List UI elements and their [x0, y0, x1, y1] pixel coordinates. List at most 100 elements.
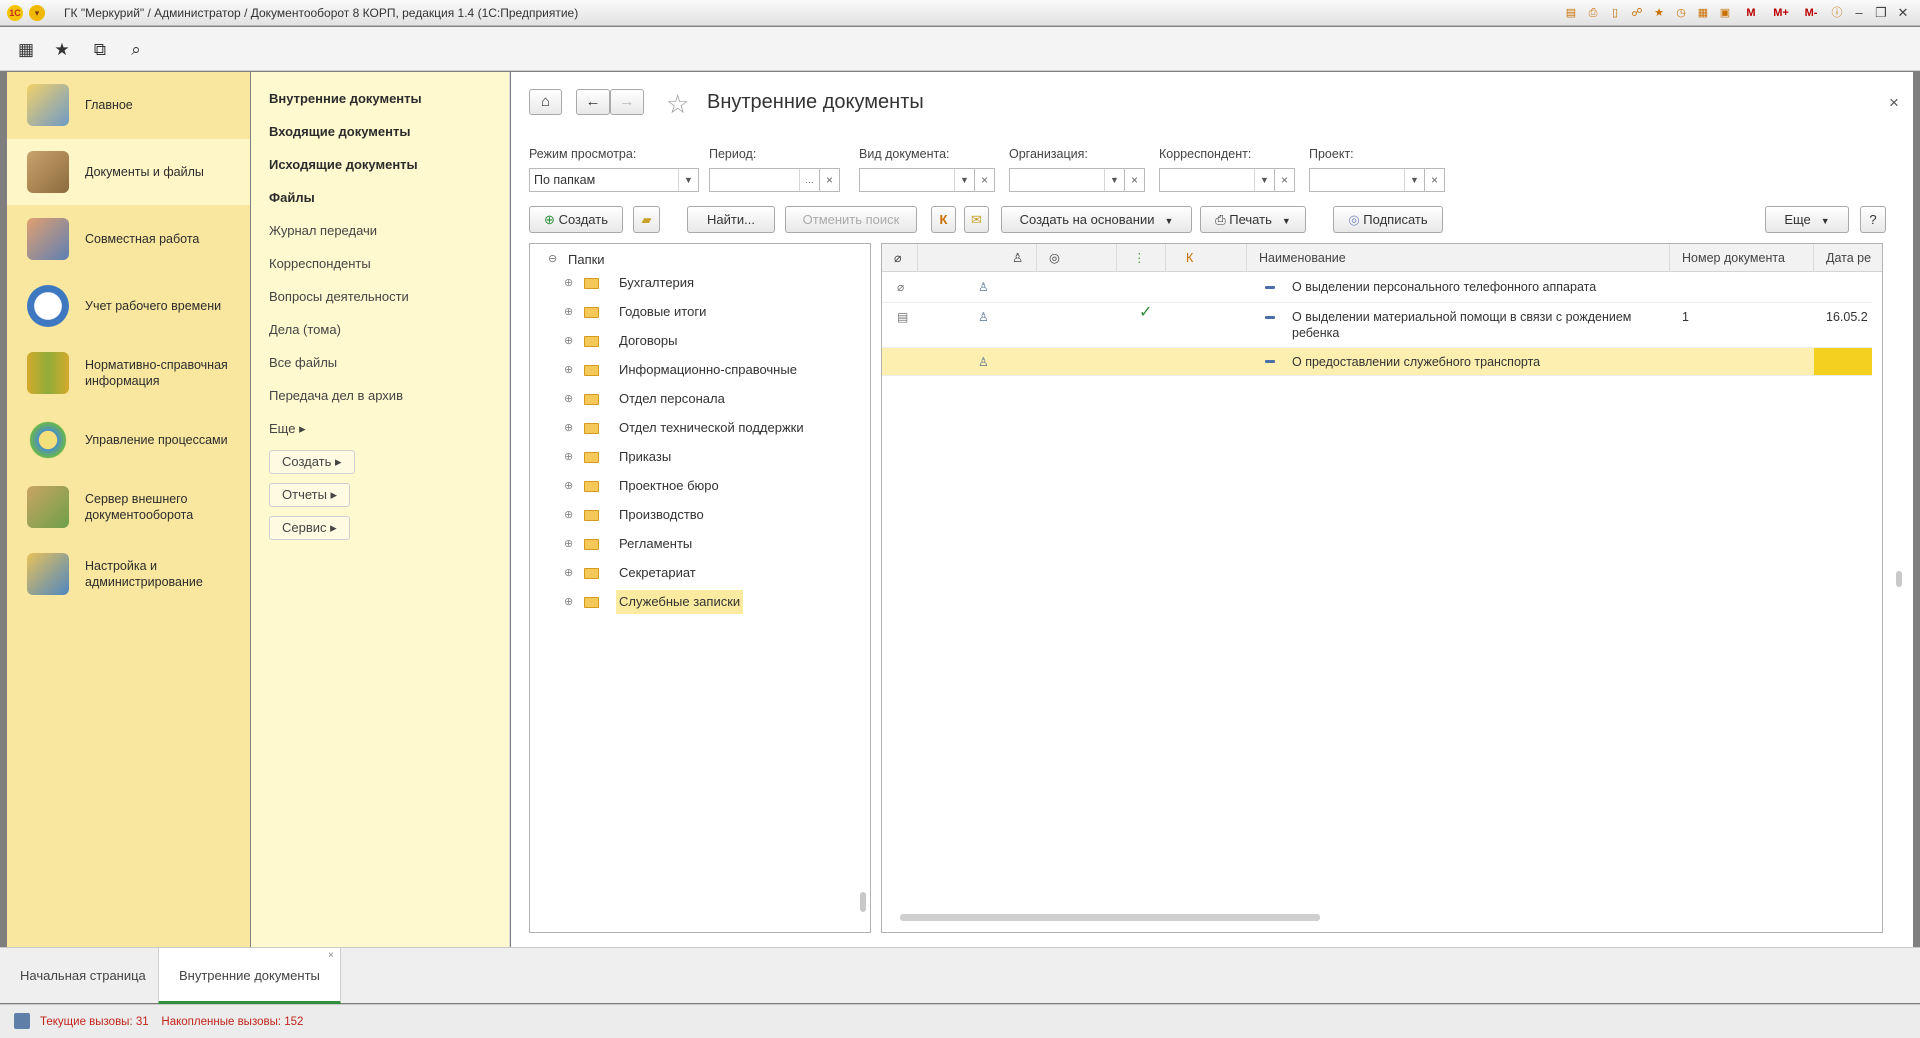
favorite-star-icon[interactable]: ☆	[666, 89, 689, 120]
preview-icon[interactable]: ▯	[1606, 4, 1624, 22]
table-row[interactable]: ▤ ♙ ✓ О выделении материальной помощи в …	[882, 303, 1872, 348]
col-tree-icon[interactable]: ⋮	[1117, 244, 1166, 272]
find-button[interactable]: Найти...	[687, 206, 775, 233]
col-attachment-icon[interactable]: ⌀	[882, 244, 918, 272]
dropdown-arrow-icon[interactable]: ▼	[954, 169, 974, 191]
org-field[interactable]: ▼	[1009, 168, 1125, 192]
memory-plus-button[interactable]: M+	[1768, 4, 1794, 22]
dropdown-arrow-icon[interactable]: ▼	[1104, 169, 1124, 191]
close-form-icon[interactable]: ×	[1889, 93, 1899, 113]
expand-icon[interactable]: ⊕	[564, 532, 573, 556]
print-button[interactable]: ⎙ Печать ▼	[1200, 206, 1306, 233]
calculator-icon[interactable]: ▦	[1694, 4, 1712, 22]
nav-service-button[interactable]: Сервис ▸	[269, 516, 350, 540]
close-window-icon[interactable]: ✕	[1894, 4, 1912, 22]
nav-create-button[interactable]: Создать ▸	[269, 450, 355, 474]
correspondent-clear-icon[interactable]: ×	[1275, 168, 1295, 192]
grid-horizontal-scrollbar[interactable]	[900, 914, 1320, 921]
section-collaboration[interactable]: Совместная работа	[7, 206, 250, 272]
calendar-icon[interactable]: ▣	[1716, 4, 1734, 22]
period-field[interactable]: …	[709, 168, 820, 192]
nav-correspondents[interactable]: Корреспонденты	[269, 256, 371, 271]
cancel-search-button[interactable]: Отменить поиск	[785, 206, 917, 233]
save-icon[interactable]: ▤	[1562, 4, 1580, 22]
nav-more[interactable]: Еще ▸	[269, 421, 306, 437]
create-based-button[interactable]: Создать на основании ▼	[1001, 206, 1192, 233]
email-button[interactable]: ✉	[964, 206, 989, 233]
history-icon[interactable]: ◷	[1672, 4, 1690, 22]
expand-icon[interactable]: ⊕	[564, 387, 573, 411]
section-edo-server[interactable]: Сервер внешнего документооборота	[7, 474, 250, 540]
dropdown-arrow-icon[interactable]: ▼	[678, 169, 698, 191]
apps-grid-icon[interactable]: ▦	[16, 40, 36, 60]
home-button[interactable]: ⌂	[529, 89, 562, 115]
section-documents[interactable]: Документы и файлы	[7, 139, 250, 205]
col-status-icon[interactable]: ◎	[1037, 244, 1117, 272]
restore-icon[interactable]: ❐	[1872, 4, 1890, 22]
project-clear-icon[interactable]: ×	[1425, 168, 1445, 192]
help-button[interactable]: ?	[1860, 206, 1886, 233]
memory-minus-button[interactable]: M-	[1798, 4, 1824, 22]
expand-icon[interactable]: ⊕	[564, 300, 573, 324]
sign-button[interactable]: ◎ Подписать	[1333, 206, 1443, 233]
calls-monitor-icon[interactable]	[14, 1013, 30, 1029]
tab-internal-docs[interactable]: Внутренние документы ×	[158, 948, 341, 1004]
forward-button[interactable]: →	[610, 89, 644, 115]
doc-type-clear-icon[interactable]: ×	[975, 168, 995, 192]
favorites-icon[interactable]: ★	[1650, 4, 1668, 22]
create-button[interactable]: ⊕ Создать	[529, 206, 623, 233]
folder-tree[interactable]: ⊖ Папки ⊕ Бухгалтерия ⊕ Годовые итоги ⊕ Дого…	[529, 243, 871, 933]
col-date[interactable]: Дата ре	[1814, 244, 1882, 272]
col-name[interactable]: Наименование	[1247, 244, 1670, 272]
favorites-star-icon[interactable]: ★	[52, 40, 72, 60]
grid-vertical-scrollbar[interactable]	[1896, 571, 1902, 587]
expand-icon[interactable]: ⊕	[564, 271, 573, 295]
expand-icon[interactable]: ⊕	[564, 445, 573, 469]
history-icon[interactable]: ⧉	[90, 40, 110, 60]
create-folder-button[interactable]: ▰	[633, 206, 660, 233]
nav-incoming-docs[interactable]: Входящие документы	[269, 124, 410, 139]
view-mode-select[interactable]: По папкам ▼	[529, 168, 699, 192]
section-main[interactable]: Главное	[7, 72, 250, 138]
link-icon[interactable]: ☍	[1628, 4, 1646, 22]
org-clear-icon[interactable]: ×	[1125, 168, 1145, 192]
nav-cases[interactable]: Дела (тома)	[269, 322, 341, 337]
period-clear-icon[interactable]: ×	[820, 168, 840, 192]
nav-all-files[interactable]: Все файлы	[269, 355, 337, 370]
k-button[interactable]: К	[931, 206, 956, 233]
main-menu-icon[interactable]: ▾	[29, 5, 45, 21]
search-icon[interactable]: ⌕	[126, 40, 146, 60]
ellipsis-icon[interactable]: …	[799, 169, 819, 191]
col-doc-number[interactable]: Номер документа	[1670, 244, 1814, 272]
nav-archive-transfer[interactable]: Передача дел в архив	[269, 388, 403, 403]
collapse-icon[interactable]: ⊖	[548, 252, 557, 265]
nav-outgoing-docs[interactable]: Исходящие документы	[269, 157, 418, 172]
section-reference[interactable]: Нормативно-справочная информация	[7, 340, 250, 406]
tree-root[interactable]: ⊖ Папки	[548, 252, 605, 267]
dropdown-arrow-icon[interactable]: ▼	[1254, 169, 1274, 191]
doc-type-field[interactable]: ▼	[859, 168, 975, 192]
expand-icon[interactable]: ⊕	[564, 416, 573, 440]
section-admin[interactable]: Настройка и администрирование	[7, 541, 250, 607]
nav-activity-issues[interactable]: Вопросы деятельности	[269, 289, 409, 304]
section-processes[interactable]: Управление процессами	[7, 407, 250, 473]
minimize-icon[interactable]: –	[1850, 4, 1868, 22]
section-time-tracking[interactable]: Учет рабочего времени	[7, 273, 250, 339]
back-button[interactable]: ←	[576, 89, 610, 115]
correspondent-field[interactable]: ▼	[1159, 168, 1275, 192]
nav-transfer-log[interactable]: Журнал передачи	[269, 223, 377, 238]
expand-icon[interactable]: ⊕	[564, 329, 573, 353]
table-row[interactable]: ⌀ ♙ О выделении персонального телефонног…	[882, 273, 1872, 303]
print-icon[interactable]: ⎙	[1584, 4, 1602, 22]
col-k[interactable]: К	[1166, 244, 1247, 272]
tab-home[interactable]: Начальная страница	[0, 948, 166, 1004]
dropdown-arrow-icon[interactable]: ▼	[1404, 169, 1424, 191]
nav-internal-docs[interactable]: Внутренние документы	[269, 91, 422, 106]
nav-files[interactable]: Файлы	[269, 190, 315, 205]
expand-icon[interactable]: ⊕	[564, 358, 573, 382]
memory-button[interactable]: M	[1738, 4, 1764, 22]
tree-scrollbar[interactable]	[860, 892, 866, 912]
col-participants-icon[interactable]: ♙	[918, 244, 1037, 272]
table-row-selected[interactable]: ♙ О предоставлении служебного транспорта	[882, 348, 1872, 376]
nav-reports-button[interactable]: Отчеты ▸	[269, 483, 351, 507]
